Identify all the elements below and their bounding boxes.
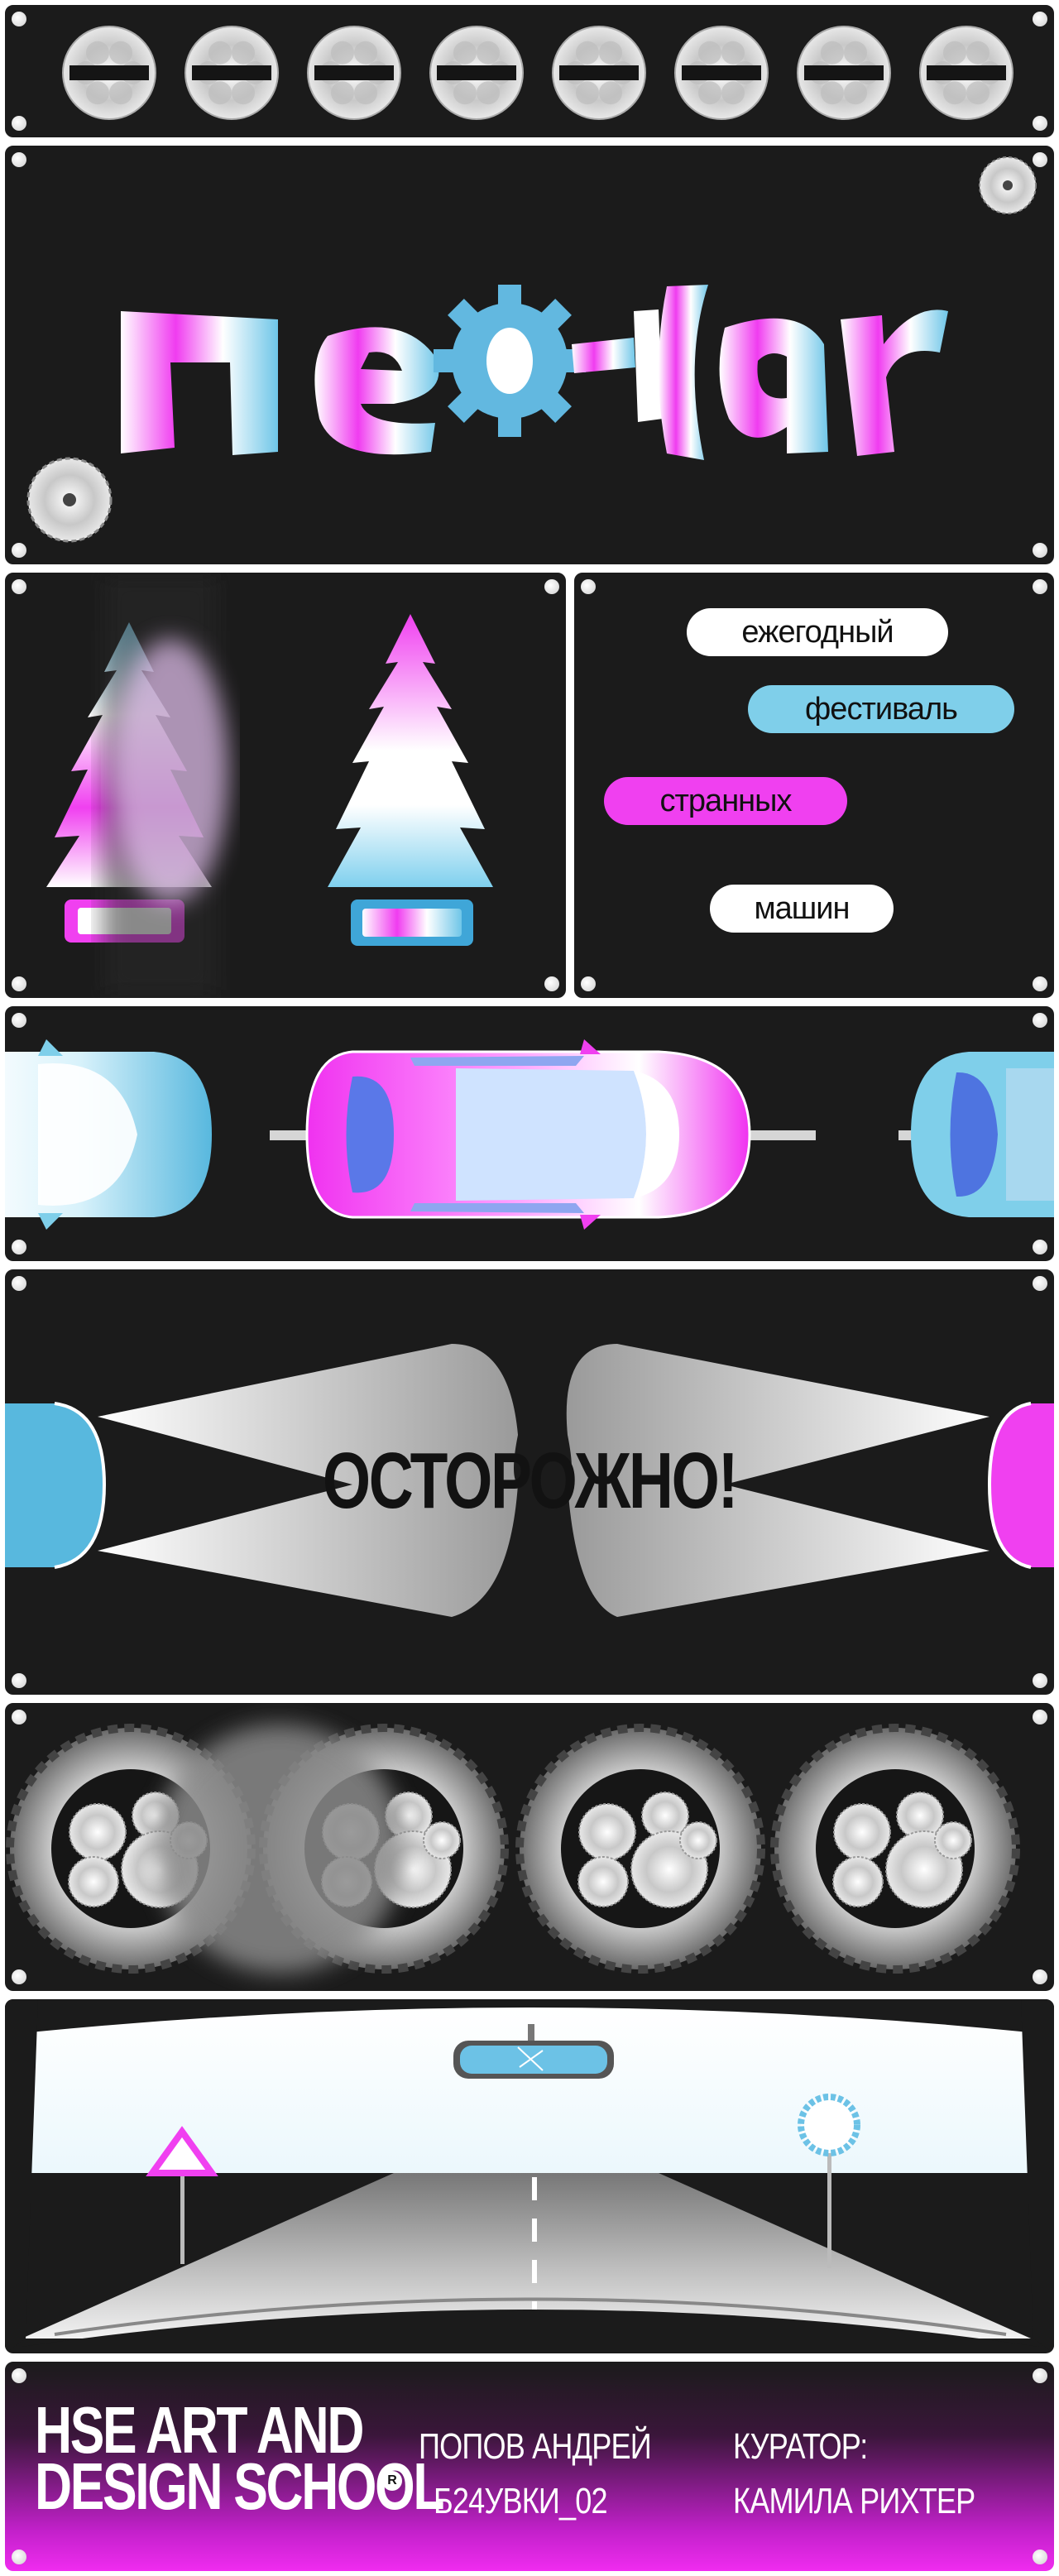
title-panel: [2, 142, 1057, 568]
disc-icon: [307, 26, 401, 120]
fresheners-panel: [2, 569, 569, 1001]
car-front-right-icon: [987, 1402, 1054, 1569]
school-name-line2: DESIGN SCHOOL: [35, 2449, 444, 2523]
cars-panel: [2, 1003, 1057, 1264]
tire-icon: [515, 1724, 765, 1974]
tire-icon: [770, 1724, 1020, 1974]
screw-icon: [1033, 2368, 1047, 2383]
disc-icon: [674, 26, 769, 120]
car-front-left-icon: [5, 1402, 107, 1569]
tag-festival: фестиваль: [748, 685, 1014, 733]
saw-blade-icon: [979, 156, 1037, 214]
screw-icon: [581, 579, 596, 594]
curator-label: КУРАТОР:: [733, 2426, 868, 2467]
tree-air-freshener-icon: [328, 614, 493, 946]
screw-icon: [12, 2368, 26, 2383]
tag-annual: ежегодный: [687, 608, 948, 656]
car-top-view-icon: [5, 1039, 212, 1230]
screw-icon: [581, 976, 596, 991]
author-group: Б24УВКИ_02: [434, 2481, 608, 2521]
disc-icon: [62, 26, 156, 120]
tags-panel: ежегодный фестиваль странных машин: [571, 569, 1057, 1001]
warning-text: ОСТОРОЖНО!: [322, 1437, 739, 1525]
wheels-panel: [2, 1700, 1057, 1994]
disc-icon: [552, 26, 646, 120]
blur-overlay: [156, 1725, 404, 1973]
disc-icon: [797, 26, 891, 120]
curator-name: КАМИЛА РИХТЕР: [733, 2481, 975, 2521]
tag-cars: машин: [710, 885, 894, 933]
disc-strip-panel: [2, 2, 1057, 141]
saw-blade-icon: [26, 457, 113, 543]
disc-icon: [919, 26, 1013, 120]
screw-icon: [1033, 579, 1047, 594]
footer-panel: HSE ART AND DESIGN SCHOOL R ПОПОВ АНДРЕЙ…: [2, 2358, 1057, 2574]
car-top-view-icon: [305, 1039, 751, 1230]
registered-icon: R: [382, 2471, 402, 2491]
tree-air-freshener-icon: [46, 573, 228, 998]
author-name: ПОПОВ АНДРЕЙ: [419, 2426, 652, 2467]
disc-icon: [429, 26, 524, 120]
car-top-view-icon: [911, 1052, 1054, 1217]
road-view-panel: [2, 1996, 1057, 2357]
screw-icon: [1033, 976, 1047, 991]
screw-icon: [12, 2550, 26, 2564]
neo-car-logo: [121, 285, 948, 460]
tag-strange: странных: [604, 777, 847, 825]
disc-icon: [184, 26, 279, 120]
screw-icon: [1033, 2550, 1047, 2564]
